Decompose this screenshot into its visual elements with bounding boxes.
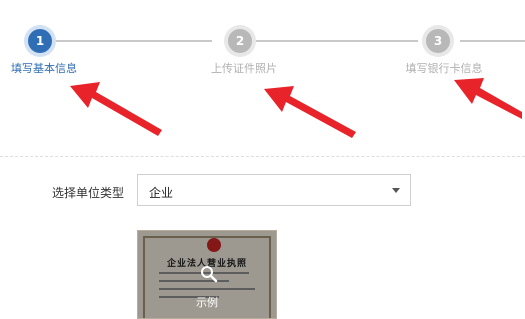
unit-type-select[interactable]: 企业 xyxy=(137,174,411,206)
sample-label: 示例 xyxy=(196,296,218,309)
magnifier-icon xyxy=(201,266,218,283)
license-sample-thumbnail[interactable]: 企业法人营业执照 示例 xyxy=(137,230,277,319)
red-arrow-icon xyxy=(264,86,356,138)
red-arrow-icon xyxy=(454,78,522,119)
section-divider xyxy=(0,156,525,157)
unit-type-value: 企业 xyxy=(149,186,174,200)
red-arrow-icon xyxy=(70,82,162,136)
chevron-down-icon xyxy=(392,188,400,193)
unit-type-label: 选择单位类型 xyxy=(52,186,125,200)
